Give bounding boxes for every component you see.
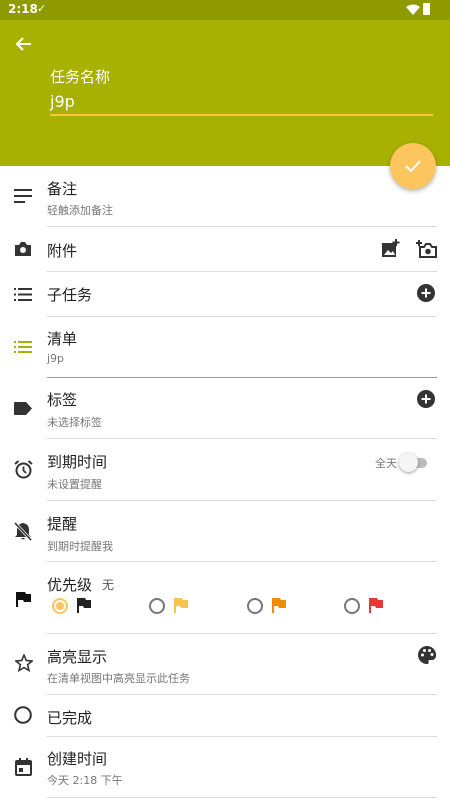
wifi-icon — [406, 4, 420, 15]
priority-low-flag-icon — [174, 598, 188, 613]
tags-title: 标签 — [47, 391, 78, 409]
priority-row: 优先级 无 — [0, 562, 450, 634]
star-outline-icon — [15, 654, 33, 672]
status-time: 2:18 — [8, 2, 38, 16]
all-day-toggle-knob[interactable] — [399, 453, 418, 472]
reminder-row[interactable]: 提醒 到期时提醒我 — [0, 501, 450, 562]
completed-title: 已完成 — [47, 709, 93, 727]
battery-icon — [423, 3, 430, 15]
reminder-title: 提醒 — [47, 515, 78, 533]
completed-row[interactable]: 已完成 — [0, 695, 450, 737]
created-row: 创建时间 今天 2:18 下午 — [0, 737, 450, 798]
priority-medium-flag-icon — [272, 598, 286, 613]
list-icon — [14, 341, 32, 353]
priority-medium-radio[interactable] — [247, 598, 263, 614]
palette-icon[interactable] — [418, 646, 436, 664]
priority-none-radio[interactable] — [52, 598, 68, 614]
task-name-underline — [50, 114, 433, 116]
attachments-row: 附件 — [0, 227, 450, 272]
tags-subtitle: 未选择标签 — [47, 416, 102, 429]
check-icon: ✓ — [37, 2, 47, 15]
priority-none-flag-icon — [77, 598, 91, 613]
attachments-title: 附件 — [47, 242, 78, 260]
created-value: 今天 2:18 下午 — [47, 774, 123, 787]
flag-icon — [16, 592, 31, 607]
subtask-list-icon — [14, 288, 32, 301]
highlight-row[interactable]: 高亮显示 在清单视图中高亮显示此任务 — [0, 634, 450, 695]
due-date-subtitle: 未设置提醒 — [47, 478, 102, 491]
alarm-clock-icon — [14, 460, 33, 479]
add-image-icon[interactable] — [381, 239, 400, 258]
priority-high-radio[interactable] — [344, 598, 360, 614]
notes-subtitle: 轻触添加备注 — [47, 204, 113, 217]
list-title: 清单 — [47, 330, 78, 348]
priority-low-radio[interactable] — [149, 598, 165, 614]
tags-row[interactable]: 标签 未选择标签 — [0, 378, 450, 439]
camera-icon — [15, 242, 31, 256]
due-date-title: 到期时间 — [47, 453, 108, 471]
tag-icon — [14, 402, 32, 415]
all-day-label: 全天 — [375, 457, 397, 470]
reminder-subtitle: 到期时提醒我 — [47, 540, 113, 553]
list-value: j9p — [47, 352, 65, 365]
priority-high-flag-icon — [369, 598, 383, 613]
highlight-title: 高亮显示 — [47, 648, 108, 666]
task-name-input[interactable]: j9p — [50, 92, 75, 111]
subtasks-title: 子任务 — [47, 286, 93, 304]
notifications-off-icon — [14, 522, 32, 541]
add-subtask-icon[interactable] — [417, 284, 435, 302]
back-arrow-icon[interactable] — [14, 34, 34, 54]
list-row[interactable]: 清单 j9p — [0, 317, 450, 378]
calendar-icon — [15, 758, 32, 776]
priority-title: 优先级 — [47, 576, 93, 594]
notes-row[interactable]: 备注 轻触添加备注 — [0, 166, 450, 227]
status-bar: 2:18 ✓ — [0, 0, 450, 20]
task-name-label: 任务名称 — [50, 68, 111, 86]
add-tag-icon[interactable] — [417, 390, 435, 408]
created-title: 创建时间 — [47, 750, 108, 768]
due-date-row[interactable]: 到期时间 未设置提醒 全天 — [0, 439, 450, 501]
highlight-subtitle: 在清单视图中高亮显示此任务 — [47, 672, 190, 685]
task-header: 任务名称 j9p — [0, 20, 450, 166]
radio-unchecked-icon — [14, 706, 32, 724]
subtasks-row: 子任务 — [0, 272, 450, 317]
add-photo-icon[interactable] — [416, 239, 437, 258]
divider — [47, 797, 437, 798]
notes-title: 备注 — [47, 180, 78, 198]
priority-value: 无 — [102, 578, 115, 592]
notes-icon — [14, 189, 32, 203]
